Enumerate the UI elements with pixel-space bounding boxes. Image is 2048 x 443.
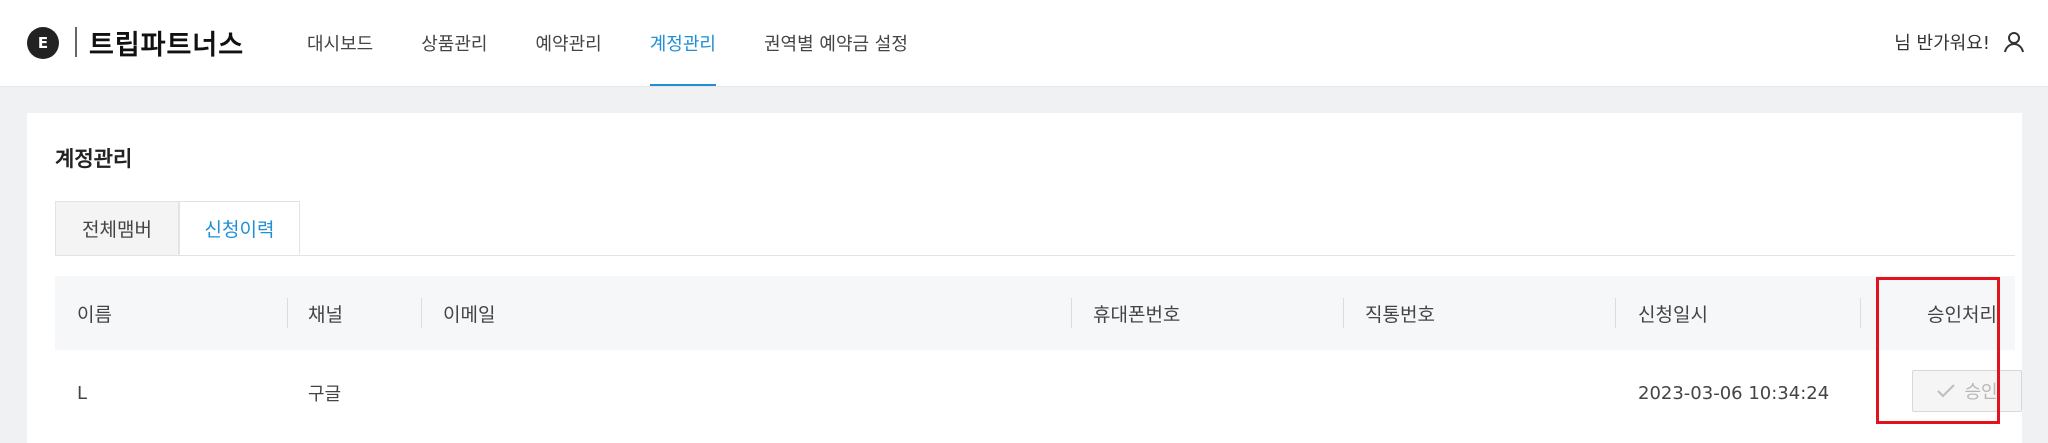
column-divider xyxy=(1860,298,1861,328)
column-header-direct-number: 직통번호 xyxy=(1365,303,1435,326)
table-header: 이름 채널 이메일 휴대폰번호 직통번호 신청일시 승인처리 xyxy=(55,276,2015,350)
cell-applied-at: 2023-03-06 10:34:24 xyxy=(1638,382,1830,404)
nav-item-deposit-settings[interactable]: 권역별 예약금 설정 xyxy=(740,0,932,86)
highlight-annotation xyxy=(1876,277,2000,424)
user-greeting: 님 반가워요! xyxy=(1894,33,1990,54)
content-card: 계정관리 전체맴버 신청이력 이름 채널 이메일 휴대폰번호 직통번호 신청일시… xyxy=(27,113,2022,443)
nav-item-accounts[interactable]: 계정관리 xyxy=(626,0,740,86)
tab-application-history[interactable]: 신청이력 xyxy=(179,201,300,255)
column-header-channel: 채널 xyxy=(308,303,343,326)
page-title: 계정관리 xyxy=(55,147,133,171)
main-nav: 대시보드 상품관리 예약관리 계정관리 권역별 예약금 설정 xyxy=(283,0,932,86)
column-divider xyxy=(1615,298,1616,328)
column-divider xyxy=(421,298,422,328)
nav-item-reservations[interactable]: 예약관리 xyxy=(512,0,626,86)
logo-icon[interactable]: E xyxy=(27,27,59,59)
column-header-name: 이름 xyxy=(77,303,112,326)
column-header-mobile: 휴대폰번호 xyxy=(1093,303,1181,326)
cell-channel: 구글 xyxy=(308,384,342,405)
nav-item-products[interactable]: 상품관리 xyxy=(397,0,511,86)
tab-all-members[interactable]: 전체맴버 xyxy=(55,201,179,255)
user-icon[interactable] xyxy=(2002,30,2026,54)
brand-name[interactable]: 트립파트너스 xyxy=(89,23,244,62)
top-navigation-bar: E 트립파트너스 대시보드 상품관리 예약관리 계정관리 권역별 예약금 설정 … xyxy=(0,0,2048,87)
column-divider xyxy=(287,298,288,328)
cell-name: L xyxy=(77,382,88,404)
column-divider xyxy=(1343,298,1344,328)
nav-item-dashboard[interactable]: 대시보드 xyxy=(283,0,397,86)
column-header-applied-at: 신청일시 xyxy=(1638,303,1708,326)
column-header-email: 이메일 xyxy=(443,303,496,326)
logo-divider xyxy=(75,27,77,57)
column-divider xyxy=(1071,298,1072,328)
table-row: L 구글 2023-03-06 10:34:24 승인 xyxy=(55,350,2022,436)
tab-bar: 전체맴버 신청이력 xyxy=(55,201,2015,256)
